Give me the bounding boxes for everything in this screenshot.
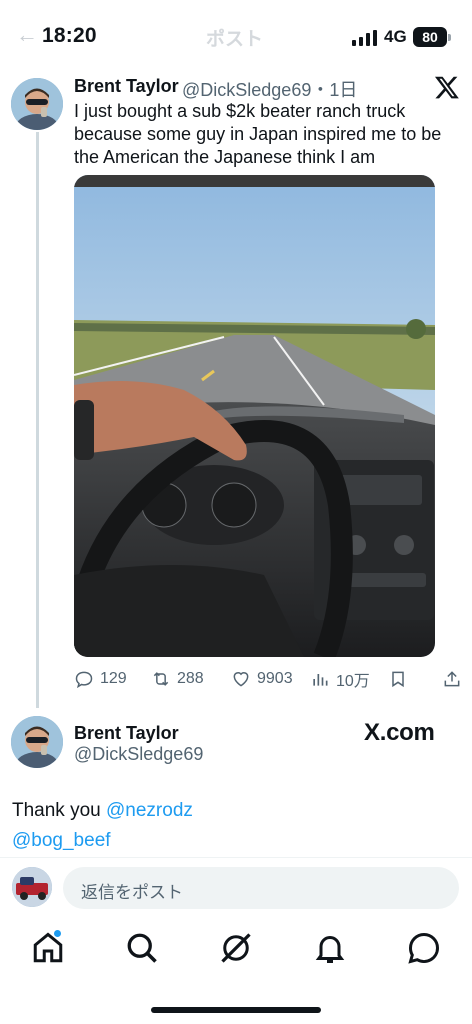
thread-line [36,132,39,708]
status-bar: ← ポスト 18:20 4G 80 [0,0,472,70]
share-icon [444,671,460,687]
views-icon [313,674,328,686]
battery-icon: 80 [413,27,447,47]
status-time: 18:20 [42,24,97,47]
heart-icon [233,672,249,687]
reply-input[interactable]: 返信をポスト [63,867,459,909]
reply-count: 129 [100,670,127,687]
notifications-icon[interactable] [312,930,348,966]
author-avatar[interactable] [11,78,63,130]
bookmark-icon [392,671,404,688]
repost-icon [153,672,169,686]
new-content-dot [54,930,61,937]
messages-icon[interactable] [406,930,442,966]
divider [0,857,472,858]
grok-icon[interactable] [218,930,254,966]
home-indicator [151,1007,321,1013]
mention-link[interactable]: @nezrodz [106,800,193,821]
current-user-avatar[interactable] [12,867,52,907]
views-action[interactable]: 10万 [310,668,370,690]
author-name[interactable]: Brent Taylor [74,76,179,97]
x-logo-icon [434,76,459,99]
search-icon[interactable] [124,930,160,966]
home-icon[interactable] [30,930,66,966]
truck-interior-photo [74,175,435,657]
reply-author-handle[interactable]: @DickSledge69 [74,744,203,765]
battery-nub [448,34,451,41]
reply-author-name[interactable]: Brent Taylor [74,723,179,744]
header-title: ポスト [206,29,264,50]
reply-action[interactable]: 129 [74,668,127,690]
mention-link[interactable]: @bog_beef [12,830,111,852]
back-arrow-icon[interactable]: ← [16,22,38,48]
tweet-photo[interactable] [74,175,435,657]
author-handle-time[interactable]: @DickSledge69・1日 [182,76,357,102]
repost-action[interactable]: 288 [151,668,204,690]
network-type: 4G [384,27,407,46]
like-action[interactable]: 9903 [231,668,293,690]
share-action[interactable] [442,668,462,690]
view-count: 10万 [336,673,370,690]
tweet-text: I just bought a sub $2k beater ranch tru… [74,101,442,167]
bookmark-action[interactable] [388,668,408,690]
reply-text-line: Thank you @nezrodz [12,800,193,822]
reply-icon [75,671,93,689]
source-label: X.com [364,719,435,746]
cell-signal-icon [352,30,377,46]
like-count: 9903 [257,670,293,687]
repost-count: 288 [177,670,204,687]
reply-text-prefix: Thank you [12,800,106,821]
reply-author-avatar[interactable] [11,716,63,768]
